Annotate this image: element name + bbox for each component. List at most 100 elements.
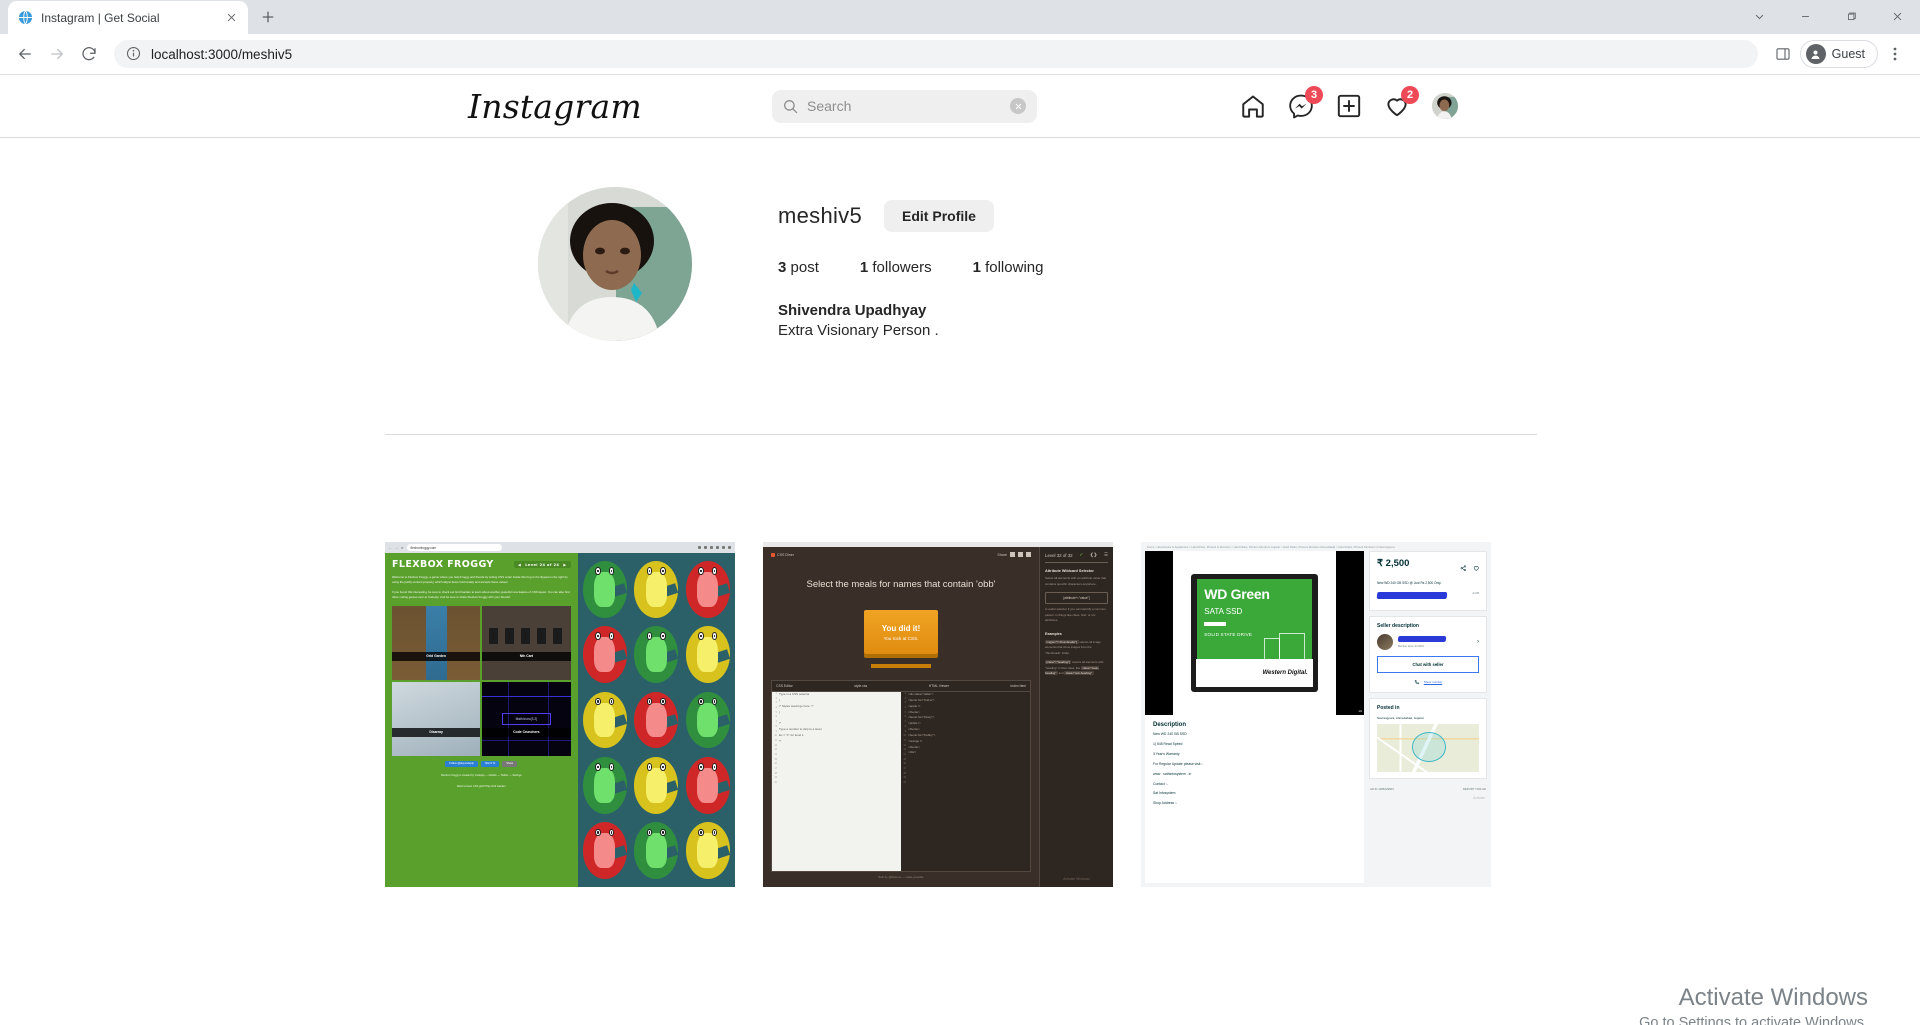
profile-username: meshiv5 [778,203,863,228]
olx-report-link[interactable]: REPORT THIS AD [1463,787,1486,791]
diner-success-card: You did it! You rock at CSS. [864,610,938,668]
tab-strip: Instagram | Get Social [0,0,1920,34]
diner-examples-heading: Examples [1045,631,1062,636]
heart-icon[interactable] [1473,558,1480,576]
forward-arrow-icon[interactable] [42,39,72,69]
froggy-tile-nth-cart[interactable]: Nth Cart [482,605,571,680]
stat-following[interactable]: 1 following [973,259,1044,276]
close-icon[interactable] [1874,0,1920,33]
stat-followers-count: 1 [859,259,869,276]
post-olx-listing[interactable]: Home > Electronics & Appliances > Hard D… [1141,542,1491,887]
diner-side-heading: Attribute Wildcard Selector [1045,569,1094,573]
olx-watermark: Activate [1472,795,1485,800]
info-circle-icon[interactable] [126,46,142,62]
stat-following-count: 1 [972,259,981,276]
search-box[interactable] [772,89,1037,123]
froggy-lilypad-board [577,553,735,887]
edit-profile-button[interactable]: Edit Profile [884,200,994,232]
heart-activity-icon[interactable]: 2 [1384,86,1419,119]
olx-photo-count: 1/1 [1358,710,1362,713]
olx-gallery[interactable]: WD Green SATA SSD SOLID STATE DRIVE West… [1145,551,1364,715]
olx-seller-card: Seller description Member since Jul 2019… [1369,615,1487,693]
description-line: For Regular Update please visit :- [1153,761,1204,766]
minimize-icon[interactable] [1782,0,1828,33]
profile-page: meshiv5 Edit Profile 3 post 1 followers … [0,138,1920,1025]
browser-toolbar: localhost:3000/meshiv5 Guest [0,34,1920,75]
diner-share-group[interactable]: Share [997,552,1031,557]
seller-avatar [1377,633,1393,650]
stat-posts-count: 3 [778,259,787,276]
diner-share-label: Share [997,552,1007,557]
froggy-share-button[interactable]: Share [502,760,518,767]
diner-html-viewer: 1 2 3 4 5 6 7 8 9 10 11 12 13 14 15 16 17 18 19 20 <div cla… [901,692,1030,871]
clear-circle-icon[interactable] [1010,98,1026,114]
description-line: New WD 240 GB SSD [1153,732,1187,736]
posted-in-heading: Posted in [1377,704,1400,711]
description-line: www . sathinfosystem . in [1153,771,1192,776]
diner-watermark: Activate Windows [1063,877,1090,881]
chevron-down-icon[interactable] [1736,0,1782,33]
post-css-diner[interactable]: CSS Diner Share Select the meals for nam… [763,542,1113,887]
stat-followers[interactable]: 1 followers [860,259,932,276]
messenger-badge: 3 [1305,86,1323,104]
activity-badge: 2 [1401,86,1419,104]
search-input[interactable] [807,98,1001,114]
profile-button[interactable]: Guest [1799,40,1878,68]
froggy-tile-code-crunchers[interactable]: Math.trunc(3.2) Code Crunchers [482,681,571,756]
profile-avatar[interactable] [1432,93,1458,119]
instagram-logo[interactable]: Instagram [468,87,642,126]
watermark-line-2: Go to Settings to activate Windows. [1639,1015,1868,1025]
olx-ad-id: AD ID 1088129903 [1370,786,1394,791]
chevron-right-icon[interactable]: › [1477,639,1479,645]
product-brand: WD Green [1204,585,1270,602]
froggy-tile-grid-garden[interactable]: Grid Garden [392,605,481,680]
home-icon[interactable] [1240,93,1266,119]
new-tab-button[interactable] [254,3,282,31]
reload-icon[interactable] [74,39,104,69]
froggy-level[interactable]: ◀ Level 24 of 24 ▶ [514,561,571,568]
description-line: Shop Address :- [1153,801,1178,806]
messenger-icon[interactable]: 3 [1288,86,1323,119]
stat-posts-label: post [790,259,819,276]
tile-label: Disarray [392,727,481,737]
back-arrow-icon[interactable] [10,39,40,69]
tab-title: Instagram | Get Social [41,10,160,25]
share-icon[interactable] [1460,558,1467,576]
chat-with-seller-button[interactable]: Chat with seller [1377,655,1479,673]
create-post-icon[interactable] [1336,93,1362,119]
show-number-link[interactable]: Show number [1424,680,1443,684]
olx-price-card: ₹ 2,500 New WD 240 GB SSD @ Just Rs 2,50… [1369,551,1487,611]
globe-icon [17,9,33,26]
menu-icon[interactable]: ☰ [1104,552,1108,558]
prev-next-icons[interactable]: ❮❯ [1090,552,1097,558]
close-icon[interactable] [223,10,239,26]
example-1-code: img[src*="/thumbnails/"] [1045,639,1079,644]
diner-css-editor[interactable]: 1 2 3 4 5 6 7 8 9 10 11 12 13 14 15 16 17 18 19 20 Type in … [772,692,901,871]
address-bar[interactable]: localhost:3000/meshiv5 [114,40,1758,68]
stat-posts[interactable]: 3 post [778,259,819,276]
browser-tab[interactable]: Instagram | Get Social [8,1,248,34]
froggy-star-button[interactable]: Star 9.7k [480,760,500,767]
diner-logo: CSS Diner [771,552,794,557]
posted-in-location: Navrangpura, Ahmedabad, Gujarat [1377,715,1424,720]
three-dot-menu-icon[interactable] [1880,39,1910,69]
stat-following-label: following [985,259,1044,276]
diner-side-text-2: A useful selector if you can identify a … [1045,607,1106,623]
froggy-footer-2: Want to learn CSS grid? Play Grid Garden [456,785,506,789]
instagram-header: Instagram 3 2 [0,75,1920,138]
olx-logo-watermark: OLX [1283,698,1306,710]
post-flexbox-froggy[interactable]: ← → ⟳ flexboxfroggy.com FLEXBOX FROGGY ◀ L… [385,542,735,887]
olx-posted-in-card: Posted in Navrangpura, Ahmedabad, Gujara… [1369,697,1487,779]
diner-css-tab[interactable]: CSS Editor [776,684,793,688]
diner-html-tab[interactable]: HTML Viewer [929,684,949,688]
browser-chrome: Instagram | Get Social localhost:3000/me… [0,0,1920,75]
froggy-tile-disarray[interactable]: Disarray [392,681,481,756]
diner-question: Select the meals for names that contain … [806,579,996,590]
side-panel-icon[interactable] [1768,39,1798,69]
froggy-follow-button[interactable]: Follow @playcodepip [445,760,478,767]
html-line: </div> [908,750,917,755]
location-map[interactable] [1377,723,1479,772]
diner-level-label: Level 32 of 32 [1045,552,1073,558]
maximize-icon[interactable] [1828,0,1874,33]
profile-avatar-large[interactable] [538,187,692,341]
